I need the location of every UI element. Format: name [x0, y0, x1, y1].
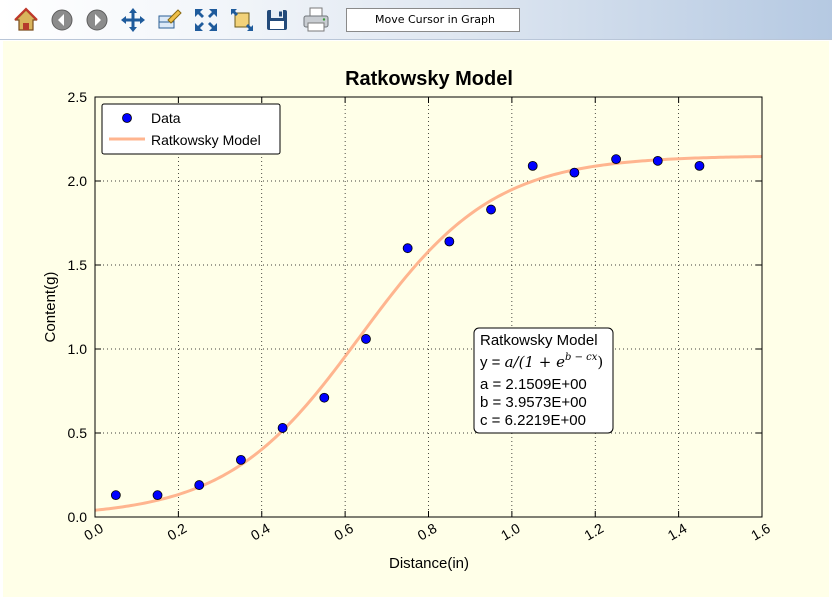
legend-data-marker — [122, 113, 132, 123]
annotation-param-c: c = 6.2219E+00 — [480, 412, 586, 429]
back-icon[interactable] — [47, 5, 77, 35]
cursor-status-field: Move Cursor in Graph — [346, 8, 520, 32]
model-annotation-box: Ratkowsky Model y = a/(1 + eb − cx) a = … — [473, 327, 614, 434]
annotation-param-a: a = 2.1509E+00 — [480, 376, 587, 393]
pan-icon[interactable] — [118, 5, 148, 35]
y-tick-label: 1.5 — [68, 257, 88, 273]
zoom-icon[interactable] — [191, 5, 221, 35]
x-tick-label: 0.2 — [164, 520, 189, 544]
home-icon[interactable] — [11, 5, 41, 35]
x-tick-label: 1.0 — [498, 520, 523, 544]
y-tick-label: 0.0 — [68, 509, 88, 525]
legend-label-data: Data — [151, 110, 181, 126]
x-axis-label: Distance(in) — [389, 555, 469, 572]
data-point — [444, 236, 455, 247]
annotation-equation-exponent: b − cx — [565, 352, 598, 363]
data-point — [527, 160, 538, 171]
y-tick-label: 2.0 — [68, 173, 88, 189]
annotation-title: Ratkowsky Model — [480, 332, 598, 349]
y-tick-label: 1.0 — [68, 341, 88, 357]
data-point — [569, 167, 580, 178]
print-icon[interactable] — [301, 5, 331, 35]
x-tick-label: 1.6 — [748, 520, 773, 544]
x-tick-label: 1.2 — [581, 520, 606, 544]
save-icon[interactable] — [262, 5, 292, 35]
x-tick-label: 0.6 — [331, 520, 356, 544]
data-point — [152, 490, 163, 501]
navigation-toolbar: Move Cursor in Graph — [0, 0, 832, 40]
data-point — [110, 490, 121, 501]
data-point — [236, 454, 246, 465]
legend: Data Ratkowsky Model — [101, 103, 281, 155]
edit-axes-icon[interactable] — [154, 5, 184, 35]
data-point — [652, 155, 663, 166]
subplot-config-icon[interactable] — [227, 5, 257, 35]
data-point — [694, 160, 705, 171]
y-axis-label: Content(g) — [42, 272, 59, 343]
figure-canvas[interactable]: Ratkowsky Model 0.0 0.2 0.4 0.6 0.8 1.0 1.2 1.4… — [3, 41, 829, 597]
data-point — [277, 423, 288, 433]
data-point — [402, 243, 413, 254]
forward-icon[interactable] — [82, 5, 112, 35]
annotation-equation-body: a/(1 + e — [505, 353, 565, 371]
data-point — [611, 154, 621, 165]
data-point — [319, 392, 330, 403]
legend-label-model: Ratkowsky Model — [151, 132, 261, 148]
x-tick-label: 1.4 — [665, 520, 690, 544]
data-point — [486, 204, 496, 215]
x-tick-label: 0.8 — [415, 520, 440, 544]
x-tick-label: 0.4 — [248, 520, 273, 544]
data-point — [194, 480, 205, 490]
y-tick-label: 2.5 — [68, 89, 88, 105]
annotation-param-b: b = 3.9573E+00 — [480, 394, 587, 411]
data-point — [361, 334, 371, 344]
chart-title: Ratkowsky Model — [345, 68, 513, 90]
annotation-equation-prefix: y = — [480, 354, 505, 371]
chart-svg[interactable]: Ratkowsky Model 0.0 0.2 0.4 0.6 0.8 1.0 1.2 1.4… — [3, 41, 829, 597]
y-tick-label: 0.5 — [68, 425, 88, 441]
annotation-equation-close: ) — [597, 353, 603, 371]
